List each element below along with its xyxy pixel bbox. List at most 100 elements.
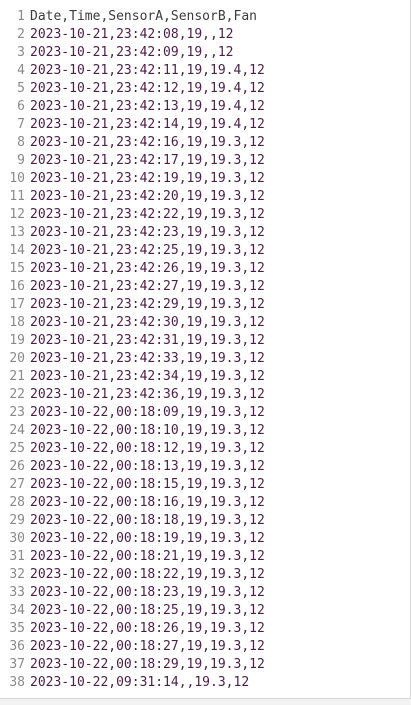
line-number: 37 bbox=[9, 657, 25, 672]
csv-data-line[interactable]: 18 2023-10-21,23:42:30,19,19.3,12 bbox=[0, 314, 411, 332]
csv-data-line[interactable]: 28 2023-10-22,00:18:16,19,19.3,12 bbox=[0, 494, 411, 512]
line-number: 31 bbox=[9, 549, 25, 564]
line-text[interactable]: 2023-10-21,23:42:31,19,19.3,12 bbox=[25, 332, 265, 350]
line-text[interactable]: 2023-10-22,00:18:25,19,19.3,12 bbox=[25, 602, 265, 620]
csv-data-line[interactable]: 25 2023-10-22,00:18:12,19,19.3,12 bbox=[0, 440, 411, 458]
line-text[interactable]: 2023-10-21,23:42:09,19,,12 bbox=[25, 44, 234, 62]
line-number: 10 bbox=[9, 171, 25, 186]
csv-data-line[interactable]: 34 2023-10-22,00:18:25,19,19.3,12 bbox=[0, 602, 411, 620]
line-number: 19 bbox=[9, 333, 25, 348]
csv-data-line[interactable]: 36 2023-10-22,00:18:27,19,19.3,12 bbox=[0, 638, 411, 656]
line-number: 3 bbox=[17, 45, 25, 60]
line-text[interactable]: 2023-10-21,23:42:12,19,19.4,12 bbox=[25, 80, 265, 98]
line-number: 21 bbox=[9, 369, 25, 384]
csv-data-line[interactable]: 27 2023-10-22,00:18:15,19,19.3,12 bbox=[0, 476, 411, 494]
line-text[interactable]: 2023-10-22,09:31:14,,19.3,12 bbox=[25, 674, 249, 692]
line-number: 34 bbox=[9, 603, 25, 618]
line-text[interactable]: 2023-10-22,00:18:26,19,19.3,12 bbox=[25, 620, 265, 638]
csv-data-line[interactable]: 9 2023-10-21,23:42:17,19,19.3,12 bbox=[0, 152, 411, 170]
line-number: 16 bbox=[9, 279, 25, 294]
line-text[interactable]: 2023-10-22,00:18:16,19,19.3,12 bbox=[25, 494, 265, 512]
line-text[interactable]: 2023-10-22,00:18:29,19,19.3,12 bbox=[25, 656, 265, 674]
line-text[interactable]: 2023-10-22,00:18:18,19,19.3,12 bbox=[25, 512, 265, 530]
line-number: 35 bbox=[9, 621, 25, 636]
text-editor[interactable]: 1 Date,Time,SensorA,SensorB,Fan 2 2023-10-2… bbox=[0, 0, 411, 705]
line-text[interactable]: 2023-10-21,23:42:16,19,19.3,12 bbox=[25, 134, 265, 152]
line-text[interactable]: 2023-10-22,00:18:13,19,19.3,12 bbox=[25, 458, 265, 476]
csv-header-line[interactable]: 1 Date,Time,SensorA,SensorB,Fan bbox=[0, 8, 411, 26]
csv-data-line[interactable]: 12 2023-10-21,23:42:22,19,19.3,12 bbox=[0, 206, 411, 224]
csv-data-line[interactable]: 14 2023-10-21,23:42:25,19,19.3,12 bbox=[0, 242, 411, 260]
line-text[interactable]: 2023-10-21,23:42:22,19,19.3,12 bbox=[25, 206, 265, 224]
line-text[interactable]: 2023-10-21,23:42:19,19,19.3,12 bbox=[25, 170, 265, 188]
csv-data-line[interactable]: 21 2023-10-21,23:42:34,19,19.3,12 bbox=[0, 368, 411, 386]
csv-data-line[interactable]: 4 2023-10-21,23:42:11,19,19.4,12 bbox=[0, 62, 411, 80]
csv-data-line[interactable]: 29 2023-10-22,00:18:18,19,19.3,12 bbox=[0, 512, 411, 530]
csv-data-line[interactable]: 37 2023-10-22,00:18:29,19,19.3,12 bbox=[0, 656, 411, 674]
line-text[interactable]: 2023-10-21,23:42:25,19,19.3,12 bbox=[25, 242, 265, 260]
line-text[interactable]: 2023-10-21,23:42:27,19,19.3,12 bbox=[25, 278, 265, 296]
csv-data-line[interactable]: 20 2023-10-21,23:42:33,19,19.3,12 bbox=[0, 350, 411, 368]
csv-data-line[interactable]: 16 2023-10-21,23:42:27,19,19.3,12 bbox=[0, 278, 411, 296]
line-number: 1 bbox=[17, 9, 25, 24]
line-text[interactable]: 2023-10-22,00:18:10,19,19.3,12 bbox=[25, 422, 265, 440]
line-number: 23 bbox=[9, 405, 25, 420]
line-number: 22 bbox=[9, 387, 25, 402]
csv-data-line[interactable]: 10 2023-10-21,23:42:19,19,19.3,12 bbox=[0, 170, 411, 188]
line-text[interactable]: Date,Time,SensorA,SensorB,Fan bbox=[25, 8, 257, 26]
csv-data-line[interactable]: 30 2023-10-22,00:18:19,19,19.3,12 bbox=[0, 530, 411, 548]
line-number: 33 bbox=[9, 585, 25, 600]
line-number: 25 bbox=[9, 441, 25, 456]
line-number: 36 bbox=[9, 639, 25, 654]
horizontal-scrollbar[interactable] bbox=[0, 698, 411, 705]
line-text[interactable]: 2023-10-21,23:42:20,19,19.3,12 bbox=[25, 188, 265, 206]
csv-data-line[interactable]: 3 2023-10-21,23:42:09,19,,12 bbox=[0, 44, 411, 62]
csv-data-line[interactable]: 15 2023-10-21,23:42:26,19,19.3,12 bbox=[0, 260, 411, 278]
csv-data-line[interactable]: 32 2023-10-22,00:18:22,19,19.3,12 bbox=[0, 566, 411, 584]
line-text[interactable]: 2023-10-21,23:42:14,19,19.4,12 bbox=[25, 116, 265, 134]
csv-data-line[interactable]: 33 2023-10-22,00:18:23,19,19.3,12 bbox=[0, 584, 411, 602]
line-text[interactable]: 2023-10-21,23:42:30,19,19.3,12 bbox=[25, 314, 265, 332]
line-text[interactable]: 2023-10-21,23:42:26,19,19.3,12 bbox=[25, 260, 265, 278]
csv-data-line[interactable]: 5 2023-10-21,23:42:12,19,19.4,12 bbox=[0, 80, 411, 98]
line-text[interactable]: 2023-10-22,00:18:12,19,19.3,12 bbox=[25, 440, 265, 458]
line-text[interactable]: 2023-10-21,23:42:11,19,19.4,12 bbox=[25, 62, 265, 80]
line-text[interactable]: 2023-10-21,23:42:33,19,19.3,12 bbox=[25, 350, 265, 368]
editor-lines[interactable]: 1 Date,Time,SensorA,SensorB,Fan 2 2023-10-2… bbox=[0, 8, 411, 692]
csv-data-line[interactable]: 6 2023-10-21,23:42:13,19,19.4,12 bbox=[0, 98, 411, 116]
csv-data-line[interactable]: 11 2023-10-21,23:42:20,19,19.3,12 bbox=[0, 188, 411, 206]
line-text[interactable]: 2023-10-21,23:42:08,19,,12 bbox=[25, 26, 234, 44]
line-text[interactable]: 2023-10-22,00:18:27,19,19.3,12 bbox=[25, 638, 265, 656]
csv-data-line[interactable]: 19 2023-10-21,23:42:31,19,19.3,12 bbox=[0, 332, 411, 350]
line-text[interactable]: 2023-10-21,23:42:34,19,19.3,12 bbox=[25, 368, 265, 386]
line-text[interactable]: 2023-10-22,00:18:23,19,19.3,12 bbox=[25, 584, 265, 602]
line-text[interactable]: 2023-10-22,00:18:09,19,19.3,12 bbox=[25, 404, 265, 422]
csv-data-line[interactable]: 8 2023-10-21,23:42:16,19,19.3,12 bbox=[0, 134, 411, 152]
line-number: 8 bbox=[17, 135, 25, 150]
csv-data-line[interactable]: 2 2023-10-21,23:42:08,19,,12 bbox=[0, 26, 411, 44]
line-number: 27 bbox=[9, 477, 25, 492]
line-number: 9 bbox=[17, 153, 25, 168]
csv-data-line[interactable]: 22 2023-10-21,23:42:36,19,19.3,12 bbox=[0, 386, 411, 404]
line-number: 17 bbox=[9, 297, 25, 312]
csv-data-line[interactable]: 17 2023-10-21,23:42:29,19,19.3,12 bbox=[0, 296, 411, 314]
line-text[interactable]: 2023-10-21,23:42:23,19,19.3,12 bbox=[25, 224, 265, 242]
line-text[interactable]: 2023-10-21,23:42:17,19,19.3,12 bbox=[25, 152, 265, 170]
line-number: 15 bbox=[9, 261, 25, 276]
csv-data-line[interactable]: 26 2023-10-22,00:18:13,19,19.3,12 bbox=[0, 458, 411, 476]
line-text[interactable]: 2023-10-21,23:42:29,19,19.3,12 bbox=[25, 296, 265, 314]
line-text[interactable]: 2023-10-22,00:18:21,19,19.3,12 bbox=[25, 548, 265, 566]
line-text[interactable]: 2023-10-22,00:18:19,19,19.3,12 bbox=[25, 530, 265, 548]
csv-data-line[interactable]: 23 2023-10-22,00:18:09,19,19.3,12 bbox=[0, 404, 411, 422]
csv-data-line[interactable]: 7 2023-10-21,23:42:14,19,19.4,12 bbox=[0, 116, 411, 134]
csv-data-line[interactable]: 13 2023-10-21,23:42:23,19,19.3,12 bbox=[0, 224, 411, 242]
line-text[interactable]: 2023-10-22,00:18:22,19,19.3,12 bbox=[25, 566, 265, 584]
line-number: 2 bbox=[17, 27, 25, 42]
csv-data-line[interactable]: 24 2023-10-22,00:18:10,19,19.3,12 bbox=[0, 422, 411, 440]
csv-data-line[interactable]: 35 2023-10-22,00:18:26,19,19.3,12 bbox=[0, 620, 411, 638]
line-text[interactable]: 2023-10-21,23:42:36,19,19.3,12 bbox=[25, 386, 265, 404]
csv-data-line[interactable]: 38 2023-10-22,09:31:14,,19.3,12 bbox=[0, 674, 411, 692]
csv-data-line[interactable]: 31 2023-10-22,00:18:21,19,19.3,12 bbox=[0, 548, 411, 566]
line-text[interactable]: 2023-10-21,23:42:13,19,19.4,12 bbox=[25, 98, 265, 116]
line-text[interactable]: 2023-10-22,00:18:15,19,19.3,12 bbox=[25, 476, 265, 494]
